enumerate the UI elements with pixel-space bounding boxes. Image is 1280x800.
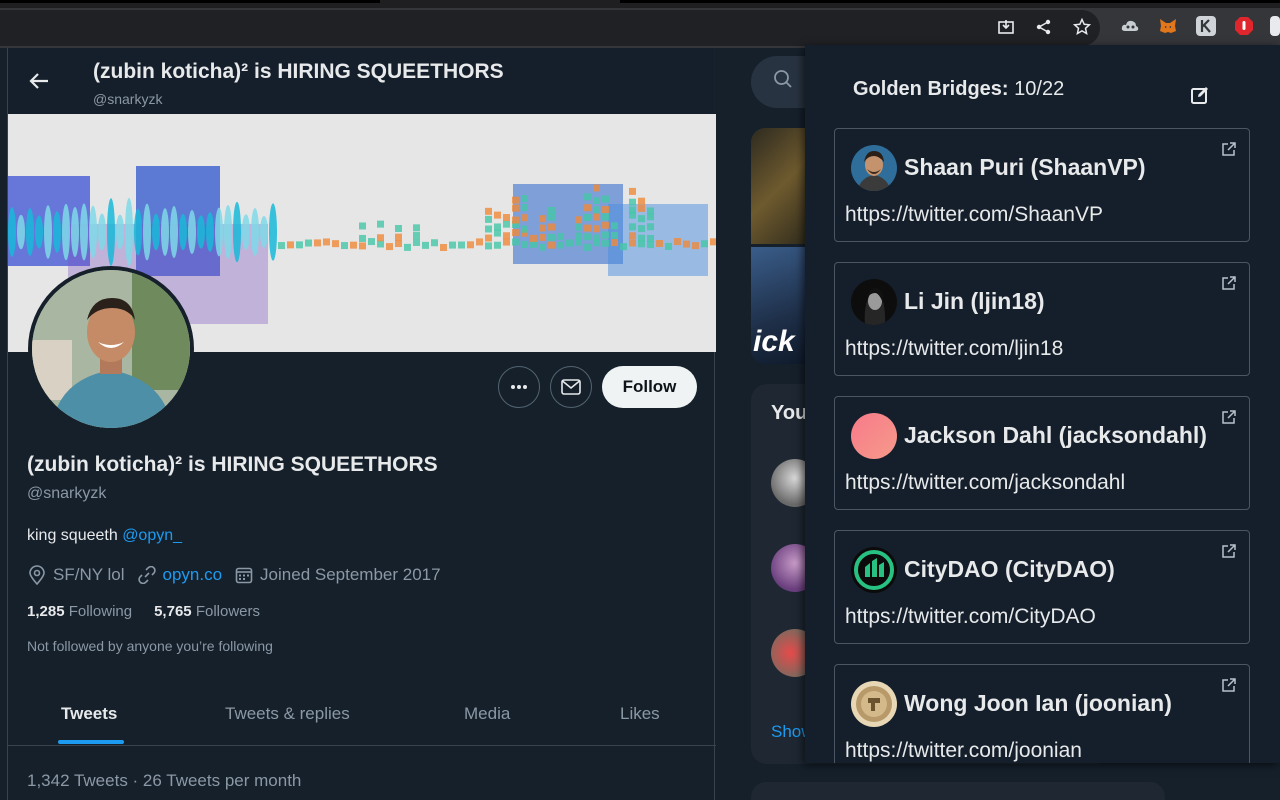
popup-title: Golden Bridges: 10/22 — [853, 78, 1064, 101]
active-tab-indicator — [58, 740, 124, 744]
external-link-icon[interactable] — [1221, 543, 1237, 559]
bridge-card[interactable]: CityDAO (CityDAO) https://twitter.com/Ci… — [834, 530, 1250, 644]
avatar — [851, 279, 897, 325]
external-link-icon[interactable] — [1221, 141, 1237, 157]
bridge-name: Li Jin (ljin18) — [904, 288, 1045, 314]
popup-count: 10/22 — [1014, 78, 1065, 100]
followers-link[interactable]: 5,765 Followers — [154, 603, 260, 620]
link-icon — [137, 565, 157, 585]
golden-bridges-popup: Golden Bridges: 10/22 Shaan Puri (ShaanV… — [805, 45, 1280, 763]
follow-button[interactable]: Follow — [602, 366, 697, 408]
media-thumbnail-text: ick — [753, 325, 795, 358]
tab-tweets[interactable]: Tweets — [61, 704, 117, 724]
bookmark-star-icon[interactable] — [1072, 16, 1092, 38]
bio-text: king squeeth — [27, 527, 123, 544]
profile-column: (zubin koticha)² is HIRING SQUEETHORS @s… — [7, 48, 716, 800]
following-link[interactable]: 1,285 Following — [27, 603, 132, 620]
sidebar-bottom-panel — [751, 782, 1165, 800]
profile-tabs: Tweets Tweets & replies Media Likes — [8, 684, 716, 746]
profile-meta: SF/NY lol opyn.co Joined September 2017 — [27, 564, 453, 586]
tab-likes[interactable]: Likes — [620, 704, 660, 724]
bridge-card[interactable]: Li Jin (ljin18) https://twitter.com/ljin… — [834, 262, 1250, 376]
profile-bio: king squeeth @opyn_ — [27, 527, 182, 545]
search-icon — [773, 69, 793, 95]
bridge-name: Wong Joon Ian (joonian) — [904, 690, 1172, 716]
tweet-count: 1,342 Tweets · 26 Tweets per month — [27, 771, 302, 790]
bridge-name: CityDAO (CityDAO) — [904, 556, 1115, 582]
avatar — [851, 547, 897, 593]
tab-strip-dark-right — [620, 0, 1280, 3]
metamask-fox-icon[interactable] — [1158, 16, 1178, 36]
joined-item: Joined September 2017 — [234, 565, 441, 585]
profile-display-name: (zubin koticha)² is HIRING SQUEETHORS — [27, 453, 438, 476]
location-item: SF/NY lol — [27, 565, 125, 585]
envelope-icon — [561, 379, 581, 395]
followers-count: 5,765 — [154, 603, 192, 620]
external-link-icon[interactable] — [1221, 275, 1237, 291]
website-link[interactable]: opyn.co — [163, 565, 223, 585]
install-app-icon[interactable] — [996, 16, 1016, 38]
avatar — [851, 681, 897, 727]
bridge-url[interactable]: https://twitter.com/joonian — [845, 739, 1082, 763]
tab-tweets-replies[interactable]: Tweets & replies — [225, 704, 350, 724]
share-icon[interactable] — [1034, 16, 1054, 38]
location-text: SF/NY lol — [53, 565, 125, 584]
bridge-card[interactable]: Shaan Puri (ShaanVP) https://twitter.com… — [834, 128, 1250, 242]
media-thumbnail[interactable]: ick — [751, 247, 811, 364]
header-display-name: (zubin koticha)² is HIRING SQUEETHORS — [93, 60, 504, 83]
avatar — [851, 145, 897, 191]
cloud-extension-icon[interactable] — [1120, 16, 1140, 36]
avatar — [851, 413, 897, 459]
browser-tab-strip — [0, 0, 1280, 8]
joined-text: Joined September 2017 — [260, 565, 441, 584]
website-item: opyn.co — [137, 565, 223, 585]
popup-title-label: Golden Bridges: — [853, 78, 1009, 100]
k-extension-icon[interactable] — [1196, 16, 1216, 36]
not-followed-note: Not followed by anyone you’re following — [27, 638, 273, 654]
bridge-url[interactable]: https://twitter.com/ljin18 — [845, 337, 1063, 361]
tab-media[interactable]: Media — [464, 704, 510, 724]
bridge-card[interactable]: Jackson Dahl (jacksondahl) https://twitt… — [834, 396, 1250, 510]
more-options-button[interactable] — [498, 366, 540, 408]
bridge-card[interactable]: Wong Joon Ian (joonian) https://twitter.… — [834, 664, 1250, 763]
message-button[interactable] — [550, 366, 592, 408]
profile-header: (zubin koticha)² is HIRING SQUEETHORS @s… — [8, 48, 716, 114]
external-link-icon[interactable] — [1221, 677, 1237, 693]
bridge-name: Jackson Dahl (jacksondahl) — [904, 422, 1207, 448]
stop-hand-extension-icon[interactable] — [1234, 16, 1254, 36]
bridge-url[interactable]: https://twitter.com/ShaanVP — [845, 203, 1103, 227]
header-handle: @snarkyzk — [93, 91, 163, 107]
follow-stats: 1,285 Following 5,765 Followers — [27, 603, 260, 620]
media-thumbnail[interactable] — [751, 128, 811, 244]
edit-icon[interactable] — [1190, 85, 1210, 105]
back-arrow-icon[interactable] — [26, 68, 52, 94]
avatar-photo — [32, 270, 190, 428]
profile-handle: @snarkyzk — [27, 485, 107, 502]
bridge-name: Shaan Puri (ShaanVP) — [904, 154, 1146, 180]
bridge-url[interactable]: https://twitter.com/CityDAO — [845, 605, 1096, 629]
address-bar[interactable] — [0, 10, 1100, 46]
who-to-follow-title: You — [771, 402, 808, 424]
bio-mention-link[interactable]: @opyn_ — [122, 527, 182, 544]
profile-extension-icon[interactable] — [1270, 16, 1280, 36]
following-count: 1,285 — [27, 603, 65, 620]
tab-strip-dark — [0, 0, 380, 3]
external-link-icon[interactable] — [1221, 409, 1237, 425]
profile-avatar[interactable] — [28, 266, 194, 432]
following-label: Following — [68, 603, 133, 620]
calendar-icon — [234, 565, 254, 585]
bridge-url[interactable]: https://twitter.com/jacksondahl — [845, 471, 1125, 495]
followers-label: Followers — [195, 603, 260, 620]
location-pin-icon — [27, 565, 47, 585]
media-preview-grid[interactable]: ick — [751, 128, 811, 364]
